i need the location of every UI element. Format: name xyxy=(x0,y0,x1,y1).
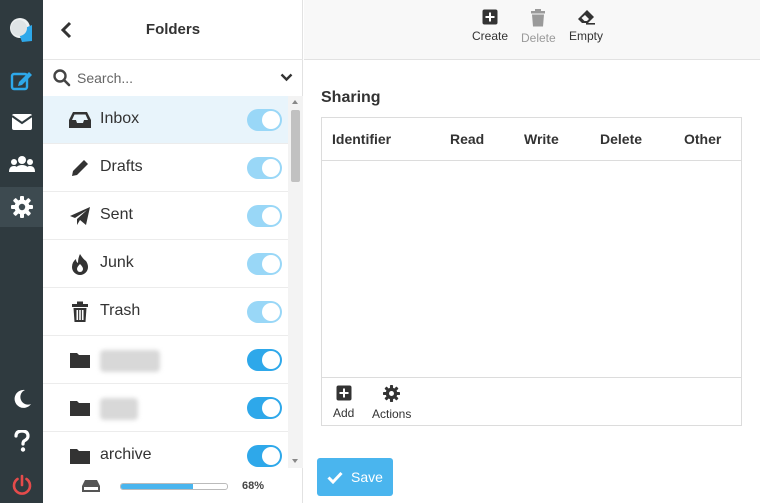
empty-label: Empty xyxy=(569,29,604,43)
search-input[interactable] xyxy=(77,66,267,90)
folder-row-redacted[interactable] xyxy=(43,336,288,384)
actions-label: Actions xyxy=(372,407,412,421)
dark-mode-icon[interactable] xyxy=(0,379,43,419)
redacted-folder-name xyxy=(100,398,138,420)
folder-name: archive xyxy=(100,446,152,463)
back-arrow-icon[interactable] xyxy=(57,20,75,40)
folder-row-inbox[interactable]: Inbox xyxy=(43,96,288,144)
logo-icon[interactable] xyxy=(0,10,43,50)
trash-icon xyxy=(531,9,546,27)
checkmark-icon xyxy=(327,471,343,484)
scrollbar-thumb[interactable] xyxy=(291,110,300,182)
actions-button[interactable]: Actions xyxy=(372,385,411,421)
folder-row-sent[interactable]: Sent xyxy=(43,192,288,240)
subscribe-toggle[interactable] xyxy=(247,109,282,131)
trash-icon xyxy=(68,301,92,323)
column-header-identifier: Identifier xyxy=(332,131,392,147)
folders-header: Folders xyxy=(43,0,303,60)
toolbar: Create Delete Empty xyxy=(304,0,760,60)
save-button[interactable]: Save xyxy=(317,458,393,496)
save-label: Save xyxy=(351,469,383,485)
subscribe-toggle[interactable] xyxy=(247,445,282,467)
nav-rail xyxy=(0,0,43,503)
folder-icon xyxy=(68,349,92,371)
mail-icon[interactable] xyxy=(0,102,43,142)
subscribe-toggle[interactable] xyxy=(247,157,282,179)
plus-square-icon xyxy=(482,9,498,25)
scroll-down-icon[interactable] xyxy=(292,459,298,463)
pencil-icon xyxy=(68,157,92,179)
search-icon xyxy=(53,69,71,87)
column-header-other: Other xyxy=(684,131,722,147)
folders-panel: Folders Inbox xyxy=(43,0,303,503)
mail-settings-app: Folders Inbox xyxy=(0,0,760,503)
add-label: Add xyxy=(333,406,355,420)
scroll-up-icon[interactable] xyxy=(292,100,298,104)
redacted-folder-name xyxy=(100,350,160,372)
table-header: Identifier Read Write Delete Other xyxy=(322,118,741,161)
folder-row-trash[interactable]: Trash xyxy=(43,288,288,336)
folder-name: Drafts xyxy=(100,158,143,175)
table-footer: Add Actions xyxy=(322,377,741,425)
folder-name: Sent xyxy=(100,206,133,223)
storage-icon xyxy=(82,480,100,492)
gear-icon xyxy=(383,385,401,402)
folder-name: Junk xyxy=(100,254,134,271)
folder-name: Inbox xyxy=(100,110,140,127)
create-label: Create xyxy=(472,29,509,43)
delete-button[interactable]: Delete xyxy=(521,9,556,45)
sharing-title: Sharing xyxy=(321,89,381,106)
quota-indicator: 68% xyxy=(43,468,303,503)
subscribe-toggle[interactable] xyxy=(247,349,282,371)
quota-percent: 68% xyxy=(242,480,265,492)
folder-row-archive[interactable]: archive xyxy=(43,432,288,468)
folder-search xyxy=(43,60,303,96)
delete-label: Delete xyxy=(521,31,556,45)
folder-name: Trash xyxy=(100,302,141,319)
column-header-delete: Delete xyxy=(600,131,643,147)
folder-icon xyxy=(68,445,92,467)
folder-row-drafts[interactable]: Drafts xyxy=(43,144,288,192)
subscribe-toggle[interactable] xyxy=(247,205,282,227)
folder-icon xyxy=(68,397,92,419)
contacts-icon[interactable] xyxy=(0,144,43,184)
subscribe-toggle[interactable] xyxy=(247,253,282,275)
add-acl-button[interactable]: Add xyxy=(333,385,354,420)
sharing-table: Identifier Read Write Delete Other Add A… xyxy=(321,117,742,426)
plus-square-icon xyxy=(336,385,352,401)
quota-bar xyxy=(120,483,228,490)
subscribe-toggle[interactable] xyxy=(247,397,282,419)
column-header-read: Read xyxy=(450,131,485,147)
folders-title: Folders xyxy=(145,21,201,38)
folder-list: Inbox Drafts Sent Junk Trash archive xyxy=(43,96,288,468)
column-header-write: Write xyxy=(524,131,559,147)
folder-settings-pane: Create Delete Empty Sharing Identifier R… xyxy=(304,0,760,503)
folder-row-redacted[interactable] xyxy=(43,384,288,432)
quota-bar-fill xyxy=(121,484,194,489)
fire-icon xyxy=(68,253,92,275)
empty-button[interactable]: Empty xyxy=(569,9,603,43)
help-icon[interactable] xyxy=(0,421,43,461)
create-button[interactable]: Create xyxy=(472,9,508,43)
eraser-icon xyxy=(578,10,595,25)
logout-icon[interactable] xyxy=(0,465,43,503)
subscribe-toggle[interactable] xyxy=(247,301,282,323)
paper-plane-icon xyxy=(68,205,92,227)
folder-row-junk[interactable]: Junk xyxy=(43,240,288,288)
inbox-icon xyxy=(68,109,92,131)
folder-list-scrollbar[interactable] xyxy=(288,96,303,468)
settings-icon[interactable] xyxy=(0,187,43,227)
chevron-down-icon[interactable] xyxy=(280,73,293,82)
compose-icon[interactable] xyxy=(0,60,43,100)
